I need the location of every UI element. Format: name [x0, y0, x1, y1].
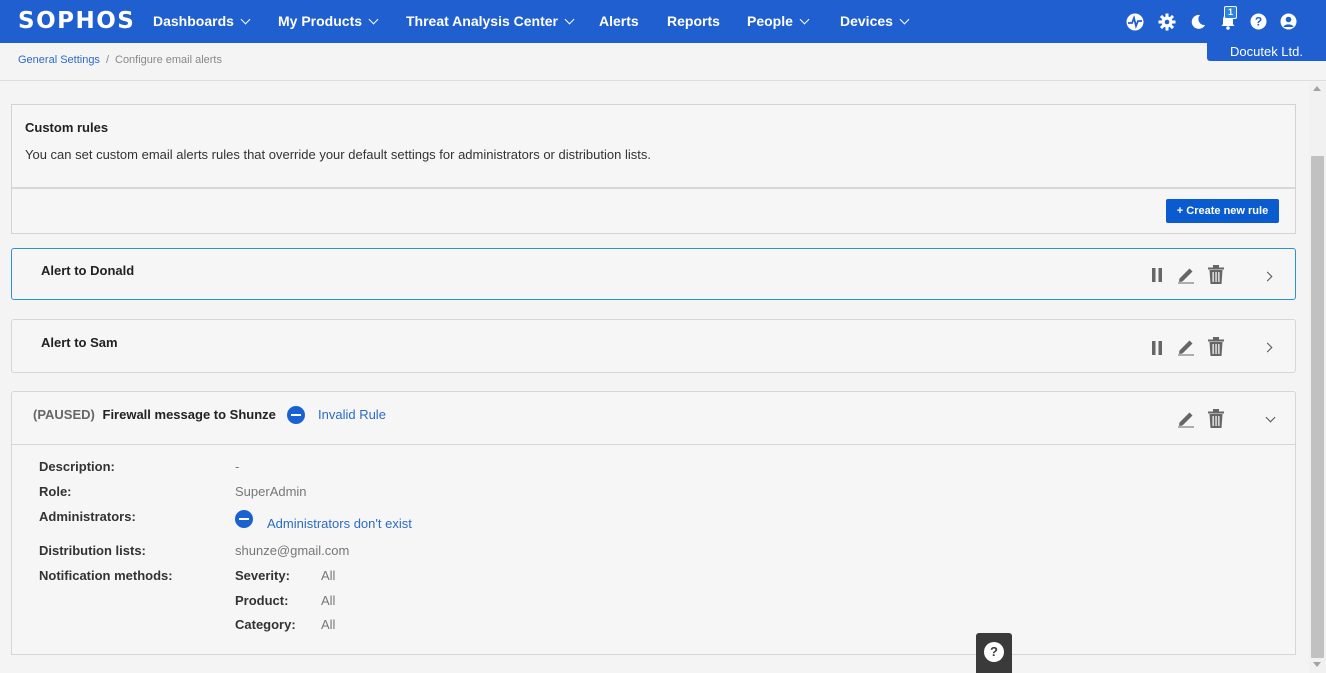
- nav-my-products-label: My Products: [278, 13, 363, 29]
- notification-methods-label: Notification methods:: [39, 568, 173, 583]
- administrators-label: Administrators:: [39, 509, 136, 524]
- product-value: All: [321, 593, 336, 608]
- nav-threat-analysis-center-label: Threat Analysis Center: [406, 13, 558, 29]
- tenant-name-tab[interactable]: Docutek Ltd.: [1207, 43, 1326, 61]
- notification-count-badge: 1: [1224, 6, 1237, 19]
- chevron-down-icon: [799, 14, 810, 24]
- nav-people[interactable]: People: [747, 13, 810, 29]
- rule-name: Firewall message to Shunze: [102, 407, 276, 422]
- user-icon[interactable]: [1279, 12, 1298, 31]
- edit-pencil-icon[interactable]: [1176, 409, 1196, 429]
- chevron-down-icon: [368, 14, 379, 24]
- custom-rules-description: You can set custom email alerts rules th…: [25, 147, 651, 162]
- chevron-down-icon: [899, 14, 910, 24]
- rule-name: Alert to Sam: [41, 335, 118, 350]
- pulse-icon[interactable]: [1125, 12, 1144, 31]
- nav-devices-label: Devices: [840, 13, 893, 29]
- rule-name: Alert to Donald: [41, 263, 135, 278]
- chevron-down-icon: [240, 14, 251, 24]
- nav-dashboards-label: Dashboards: [153, 13, 234, 29]
- chevron-right-icon[interactable]: [1262, 342, 1273, 353]
- delete-trash-icon[interactable]: [1206, 264, 1226, 284]
- nav-devices[interactable]: Devices: [840, 13, 910, 29]
- category-label: Category:: [235, 617, 296, 632]
- pause-icon[interactable]: [1147, 338, 1167, 358]
- help-question-icon: ?: [984, 642, 1004, 662]
- minus-circle-icon: [287, 406, 305, 424]
- administrators-missing-link[interactable]: Administrators don't exist: [267, 516, 412, 531]
- nav-reports-label: Reports: [667, 13, 720, 29]
- rule-details-panel: Description: - Role: SuperAdmin Administ…: [11, 445, 1296, 655]
- chevron-down-icon: [564, 14, 575, 24]
- breadcrumb-divider: [0, 80, 1326, 81]
- invalid-rule-link[interactable]: Invalid Rule: [318, 407, 386, 422]
- description-label: Description:: [39, 459, 115, 474]
- nav-alerts[interactable]: Alerts: [599, 13, 639, 29]
- rule-row-firewall-message-to-shunze[interactable]: (PAUSED) Firewall message to Shunze Inva…: [11, 391, 1296, 445]
- nav-dashboards[interactable]: Dashboards: [153, 13, 251, 29]
- top-navigation-bar: SOPHOS Dashboards My Products Threat Ana…: [0, 0, 1326, 43]
- breadcrumb-general-settings[interactable]: General Settings: [18, 54, 100, 66]
- distribution-lists-value: shunze@gmail.com: [235, 543, 350, 558]
- role-label: Role:: [39, 484, 72, 499]
- edit-pencil-icon[interactable]: [1176, 265, 1196, 285]
- rule-row-alert-to-donald[interactable]: Alert to Donald: [11, 248, 1296, 300]
- nav-threat-analysis-center[interactable]: Threat Analysis Center: [406, 13, 575, 29]
- delete-trash-icon[interactable]: [1206, 408, 1226, 428]
- delete-trash-icon[interactable]: [1206, 336, 1226, 356]
- role-value: SuperAdmin: [235, 484, 307, 499]
- breadcrumb: General Settings / Configure email alert…: [18, 54, 222, 66]
- product-label: Product:: [235, 593, 289, 608]
- scroll-up-arrow-icon[interactable]: [1313, 86, 1321, 91]
- custom-rules-panel: Custom rules You can set custom email al…: [11, 104, 1296, 234]
- svg-text:?: ?: [1255, 15, 1262, 29]
- nav-people-label: People: [747, 13, 793, 29]
- nav-my-products[interactable]: My Products: [278, 13, 379, 29]
- edit-pencil-icon[interactable]: [1176, 337, 1196, 357]
- distribution-lists-label: Distribution lists:: [39, 543, 146, 558]
- rule-header: (PAUSED) Firewall message to Shunze: [33, 407, 276, 422]
- floating-help-button[interactable]: ?: [976, 633, 1012, 673]
- description-value: -: [235, 459, 240, 474]
- nav-alerts-label: Alerts: [599, 13, 639, 29]
- scrollbar-thumb[interactable]: [1311, 156, 1324, 658]
- paused-status-label: (PAUSED): [33, 407, 95, 422]
- breadcrumb-separator: /: [105, 54, 109, 66]
- moon-icon[interactable]: [1188, 12, 1207, 31]
- chevron-down-icon[interactable]: [1265, 412, 1276, 423]
- severity-label: Severity:: [235, 568, 290, 583]
- help-icon[interactable]: ?: [1249, 12, 1268, 31]
- minus-circle-icon: [235, 510, 253, 528]
- severity-value: All: [321, 568, 336, 583]
- panel-divider: [12, 187, 1295, 189]
- category-value: All: [321, 617, 336, 632]
- create-new-rule-button[interactable]: + Create new rule: [1166, 199, 1279, 223]
- gear-icon[interactable]: [1157, 12, 1176, 31]
- sophos-logo[interactable]: SOPHOS: [18, 8, 135, 34]
- scroll-down-arrow-icon[interactable]: [1313, 662, 1321, 667]
- rule-row-alert-to-sam[interactable]: Alert to Sam: [11, 319, 1296, 373]
- breadcrumb-current: Configure email alerts: [115, 54, 222, 66]
- pause-icon[interactable]: [1147, 265, 1167, 285]
- custom-rules-title: Custom rules: [25, 120, 109, 135]
- nav-reports[interactable]: Reports: [667, 13, 720, 29]
- chevron-right-icon[interactable]: [1262, 271, 1273, 282]
